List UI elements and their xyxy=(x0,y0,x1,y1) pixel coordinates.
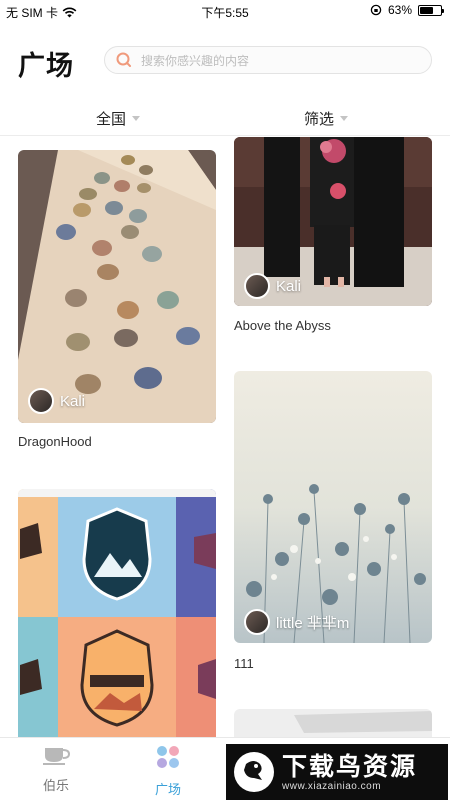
tab-label: 伯乐 xyxy=(42,778,69,793)
battery-percent: 63% xyxy=(387,3,412,17)
page-title: 广场 xyxy=(18,51,74,81)
watermark-url: www.xiazainiao.com xyxy=(282,780,382,792)
status-right: 63% xyxy=(370,3,444,17)
filter-bar: 全国 筛选 xyxy=(0,100,450,136)
tab-label: 广场 xyxy=(154,782,181,797)
post-caption[interactable]: Above the Abyss xyxy=(234,318,331,333)
screen-filter-label: 筛选 xyxy=(304,111,335,128)
post-image xyxy=(18,489,216,737)
battery-icon xyxy=(418,4,444,16)
grid-dots-icon xyxy=(157,746,179,768)
post-caption[interactable]: DragonHood xyxy=(18,434,92,449)
search-input[interactable]: 搜索你感兴趣的内容 xyxy=(104,46,432,74)
post-caption[interactable]: 111 xyxy=(234,656,254,671)
post-author[interactable]: little 芈芈m xyxy=(244,609,349,635)
post-feed[interactable]: Kali DragonHood Kali Above the Abyss lit… xyxy=(0,137,450,737)
author-name: Kali xyxy=(60,392,86,410)
cup-icon xyxy=(43,748,71,765)
chevron-down-icon xyxy=(340,116,349,121)
bird-logo xyxy=(234,752,274,792)
orientation-lock-icon xyxy=(370,4,382,16)
status-bar: 无 SIM 卡 下午5:55 63% xyxy=(0,0,450,22)
search-icon xyxy=(116,52,131,67)
watermark: 下载鸟资源 www.xiazainiao.com xyxy=(226,744,448,800)
post-card[interactable]: Kali xyxy=(234,137,432,306)
region-filter-label: 全国 xyxy=(96,111,127,128)
region-filter-dropdown[interactable]: 全国 xyxy=(96,108,141,129)
post-image xyxy=(18,150,216,423)
post-card[interactable]: little 芈芈m xyxy=(234,371,432,643)
tab-bole[interactable]: 伯乐 xyxy=(26,744,86,794)
search-placeholder: 搜索你感兴趣的内容 xyxy=(141,53,250,68)
post-author[interactable]: Kali xyxy=(244,273,301,299)
author-name: Kali xyxy=(276,277,302,295)
post-image xyxy=(234,371,432,643)
battery-fill xyxy=(420,6,433,14)
post-image xyxy=(234,709,432,737)
post-card[interactable] xyxy=(18,489,216,737)
avatar[interactable] xyxy=(28,388,54,414)
post-card[interactable] xyxy=(234,709,432,737)
author-name: little 芈芈m xyxy=(276,614,350,632)
chevron-down-icon xyxy=(132,116,141,121)
post-card[interactable]: Kali xyxy=(18,150,216,423)
avatar[interactable] xyxy=(244,609,270,635)
screen-filter-dropdown[interactable]: 筛选 xyxy=(304,108,349,129)
tab-square[interactable]: 广场 xyxy=(138,744,198,798)
watermark-title: 下载鸟资源 xyxy=(282,752,418,781)
avatar[interactable] xyxy=(244,273,270,299)
post-author[interactable]: Kali xyxy=(28,388,85,414)
watermark-text-group: 下载鸟资源 www.xiazainiao.com xyxy=(282,753,417,792)
